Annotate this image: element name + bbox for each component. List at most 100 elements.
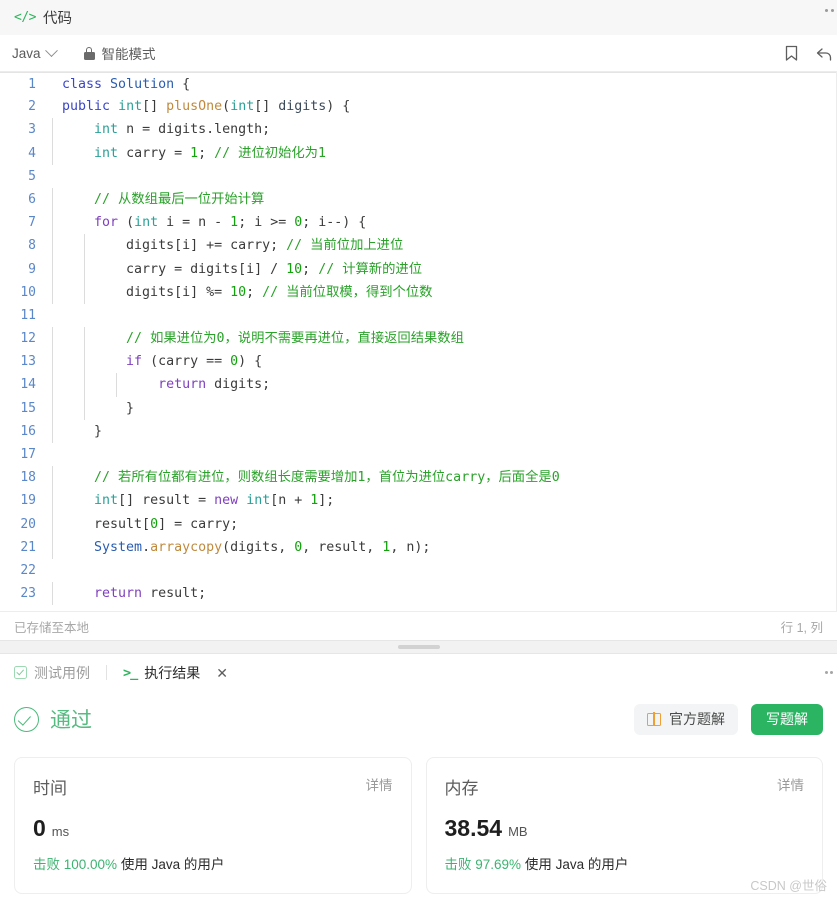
share-arrow-icon[interactable] [815, 45, 833, 62]
card-value-number: 0 [33, 815, 46, 842]
line-number: 9 [28, 261, 36, 277]
write-solution-button[interactable]: 写题解 [751, 703, 823, 735]
status-badge: 通过 [14, 704, 92, 734]
code-line: 6 // 从数组最后一位开始计算 [0, 187, 837, 212]
code-line-content: // 若所有位都有进位，则数组长度需要增加1，首位为进位carry，后面全是0 [46, 466, 837, 490]
line-number: 15 [20, 400, 36, 416]
tab-code[interactable]: </> 代码 [14, 7, 72, 28]
code-line-content: result[0] = carry; [46, 512, 837, 536]
beat-percent: 97.69% [475, 857, 522, 873]
code-token: int [134, 215, 159, 231]
card-detail-link[interactable]: 详情 [366, 774, 393, 794]
tab-testcase[interactable]: 测试用例 [12, 663, 92, 683]
beat-percent: 100.00% [63, 857, 118, 873]
tab-execution-result[interactable]: >_ 执行结果 ✕ [121, 663, 230, 683]
code-token: 0 [150, 516, 159, 532]
beat-suffix: 使用 Java 的用户 [120, 857, 225, 873]
code-line: 3 int n = digits.length; [0, 118, 837, 142]
indent-guide [84, 373, 85, 397]
code-token: ; [246, 284, 263, 300]
code-token: digits[i] %= [62, 284, 231, 300]
line-number: 2 [28, 99, 36, 115]
code-line: 15 } [0, 396, 837, 420]
code-token: 10 [286, 261, 303, 277]
indent-guide [52, 396, 53, 420]
close-x-icon[interactable]: ✕ [216, 666, 228, 680]
bookmark-icon[interactable] [784, 45, 799, 62]
code-line-content: // 从数组最后一位开始计算 [46, 187, 837, 212]
result-panel-tabs: 测试用例 >_ 执行结果 ✕ [0, 654, 837, 692]
card-title: 时间 [33, 779, 67, 799]
code-token: digits[i] += carry; [62, 238, 287, 254]
card-detail-link[interactable]: 详情 [777, 774, 804, 794]
code-line-content: } [46, 396, 837, 420]
code-token: i = n - [158, 215, 231, 231]
code-lines[interactable]: 1 class Solution { 2 public int[] plusOne(i… [0, 72, 837, 606]
line-number: 16 [20, 423, 36, 439]
language-selector[interactable]: Java [12, 43, 58, 61]
code-line: 17 [0, 443, 837, 466]
card-header: 时间 详情 [33, 774, 393, 799]
tab-divider [106, 665, 107, 681]
code-line-content: return result; [46, 582, 837, 606]
code-token: carry = digits[i] / [62, 261, 287, 277]
code-token: Solution [110, 77, 175, 92]
code-token: ( [118, 215, 135, 231]
indent-guide [52, 280, 53, 304]
stat-cards: 时间 详情 0 ms 击败 100.00% 使用 Java 的用户 内存 详情 [14, 757, 823, 895]
card-value-number: 38.54 [444, 815, 503, 842]
code-token: } [62, 400, 135, 416]
indent-guide [52, 419, 53, 444]
indent-guide [52, 489, 53, 513]
save-state-label: 已存储至本地 [14, 620, 90, 635]
line-number: 23 [20, 586, 36, 602]
line-number: 6 [28, 191, 36, 207]
code-token: result; [142, 586, 207, 602]
toolbar-actions [784, 45, 833, 62]
result-actions: 官方题解 写题解 [634, 703, 823, 735]
code-token: ( [222, 99, 231, 115]
code-line-content: // 如果进位为0，说明不需要再进位，直接返回结果数组 [46, 327, 837, 351]
line-number: 7 [28, 215, 36, 231]
cursor-position-label: 行 1, 列 [780, 620, 823, 635]
line-number: 1 [28, 77, 36, 92]
panel-resize-handle[interactable] [0, 640, 837, 655]
smart-mode-toggle[interactable]: 智能模式 [83, 43, 156, 63]
code-line-content: class Solution { [46, 73, 837, 96]
code-editor[interactable]: 1 class Solution { 2 public int[] plusOne(i… [0, 72, 837, 612]
card-title: 内存 [444, 779, 479, 799]
header-more-dots-icon[interactable] [825, 9, 834, 12]
card-beat-line: 击败 97.69% 使用 Java 的用户 [445, 853, 805, 873]
code-line: 7 for (int i = n - 1; i >= 0; i--) { [0, 211, 837, 235]
official-solution-button[interactable]: 官方题解 [634, 703, 738, 735]
terminal-prompt-icon: >_ [123, 664, 138, 681]
panel-more-dots-icon[interactable] [824, 671, 833, 675]
line-number: 21 [20, 539, 36, 555]
code-token: ] = carry; [158, 516, 239, 532]
checkbox-checked-icon [14, 666, 27, 680]
code-token: int [246, 493, 271, 509]
code-token: digits [278, 99, 327, 115]
line-number: 12 [20, 331, 36, 347]
code-token: ) { [238, 354, 263, 370]
card-value: 0 ms [33, 815, 393, 842]
official-solution-label: 官方题解 [669, 711, 725, 728]
line-number: 10 [20, 284, 36, 300]
lock-icon [83, 46, 95, 60]
indent-guide [52, 466, 53, 490]
line-number: 22 [20, 562, 36, 578]
code-token: 0 [230, 354, 239, 370]
code-token: { [174, 77, 191, 92]
code-line-content: public int[] plusOne(int[] digits) { [46, 95, 837, 118]
code-token: // 计算新的进位 [318, 261, 422, 277]
code-line-content: digits[i] += carry; // 当前位加上进位 [46, 234, 837, 258]
card-header: 内存 详情 [445, 774, 805, 799]
code-token: (carry == [142, 354, 231, 370]
code-line-content: int n = digits.length; [46, 118, 837, 142]
